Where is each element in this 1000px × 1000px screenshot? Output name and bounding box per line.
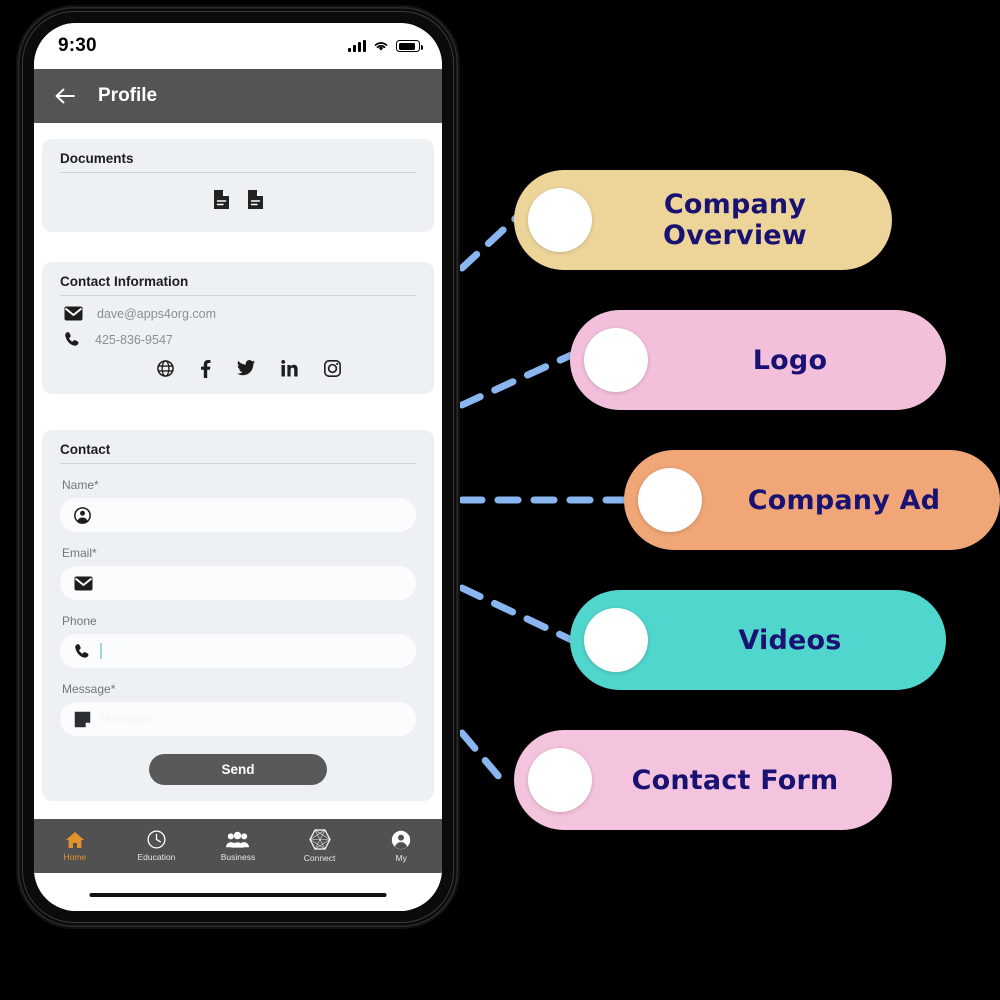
document-icon[interactable] [213,189,230,210]
contact-phone-value: 425-836-9547 [95,332,173,347]
message-input[interactable]: Message [60,702,416,736]
status-bar: 9:30 [34,23,442,69]
note-icon [74,711,91,727]
page-title: Profile [98,85,158,106]
nav-label-education: Education [137,852,176,862]
documents-list [60,173,416,216]
contact-form-card-title: Contact [60,442,416,464]
document-icon[interactable] [247,189,264,210]
connector-videos [458,584,582,647]
phone-icon [65,332,79,346]
callout-bubble [584,608,648,672]
callout-label: Company Ad [747,484,941,516]
contact-information-card-title: Contact Information [60,274,416,296]
envelope-icon [64,306,83,321]
callout-bubble [584,328,648,392]
callout-bubble [528,188,592,252]
nav-item-business[interactable]: Business [197,831,279,862]
email-input[interactable] [60,566,416,600]
people-icon [226,831,250,848]
phone-screen: 9:30 Profile Documents Contact Informati… [34,23,442,911]
name-input[interactable] [60,498,416,532]
nav-label-home: Home [63,851,87,862]
callout-company-overview[interactable]: Company Overview [514,170,892,270]
callout-videos[interactable]: Videos [570,590,946,690]
app-bar: Profile [34,69,442,123]
contact-form-card: Contact Name* Email* Phone Message* Mess… [42,430,434,801]
connector-logo [458,348,582,409]
instagram-icon[interactable] [324,360,341,377]
nav-item-home[interactable]: Home [34,831,116,862]
twitter-icon[interactable] [237,360,255,376]
name-field-label: Name* [62,478,99,492]
person-icon [74,506,91,524]
nav-item-my[interactable]: My [360,830,442,863]
message-field-label: Message* [62,682,116,696]
status-icons [348,40,423,52]
email-field-label: Email* [62,546,97,560]
text-cursor [100,643,102,659]
phone-icon [75,643,89,658]
back-arrow-icon[interactable] [54,87,76,105]
home-icon [65,831,84,848]
send-row: Send [60,736,416,789]
callout-label: Logo [752,344,828,376]
linkedin-icon[interactable] [281,360,298,377]
callout-logo[interactable]: Logo [570,310,946,410]
facebook-icon[interactable] [200,360,211,378]
documents-card-title: Documents [60,151,416,173]
phone-input[interactable] [60,634,416,668]
contact-phone-row[interactable]: 425-836-9547 [60,331,416,348]
callout-contact-form[interactable]: Contact Form [514,730,892,830]
contact-email-row[interactable]: dave@apps4org.com [60,306,416,321]
nav-item-connect[interactable]: Connect [279,829,361,863]
connector-contact-form [458,729,504,782]
hexagon-icon [308,829,331,850]
contact-email-value: dave@apps4org.com [97,306,217,321]
home-indicator [89,893,387,897]
battery-icon [396,40,423,52]
cellular-signal-icon [348,40,366,52]
callout-company-ad[interactable]: Company Ad [624,450,1000,550]
profile-content: Documents Contact Information dave@apps4… [34,123,442,911]
social-links [60,348,416,378]
globe-icon[interactable] [157,360,174,377]
nav-label-business: Business [220,851,256,862]
diagram-canvas: 9:30 Profile Documents Contact Informati… [0,0,1000,1000]
status-clock: 9:30 [58,35,97,56]
nav-label-connect: Connect [303,853,336,863]
documents-card: Documents [42,139,434,232]
wifi-icon [374,42,388,51]
clock-icon [147,830,166,849]
nav-label-my: My [395,852,407,863]
phone-field-label: Phone [62,614,97,628]
nav-item-education[interactable]: Education [116,830,198,862]
account-icon [391,830,411,849]
callout-bubble [528,748,592,812]
callout-bubble [638,468,702,532]
callout-label: Videos [738,624,842,656]
bottom-nav: Home Education Business Connect My [34,819,442,873]
phone-mockup: 9:30 Profile Documents Contact Informati… [18,7,458,927]
connector-company-overview [458,214,520,272]
callout-label: Contact Form [631,764,839,796]
callout-label: Company Overview [663,189,807,251]
envelope-icon [74,576,93,590]
message-input-placeholder: Message [100,712,151,726]
send-button[interactable]: Send [149,754,327,785]
contact-information-card: Contact Information dave@apps4org.com 42… [42,262,434,394]
